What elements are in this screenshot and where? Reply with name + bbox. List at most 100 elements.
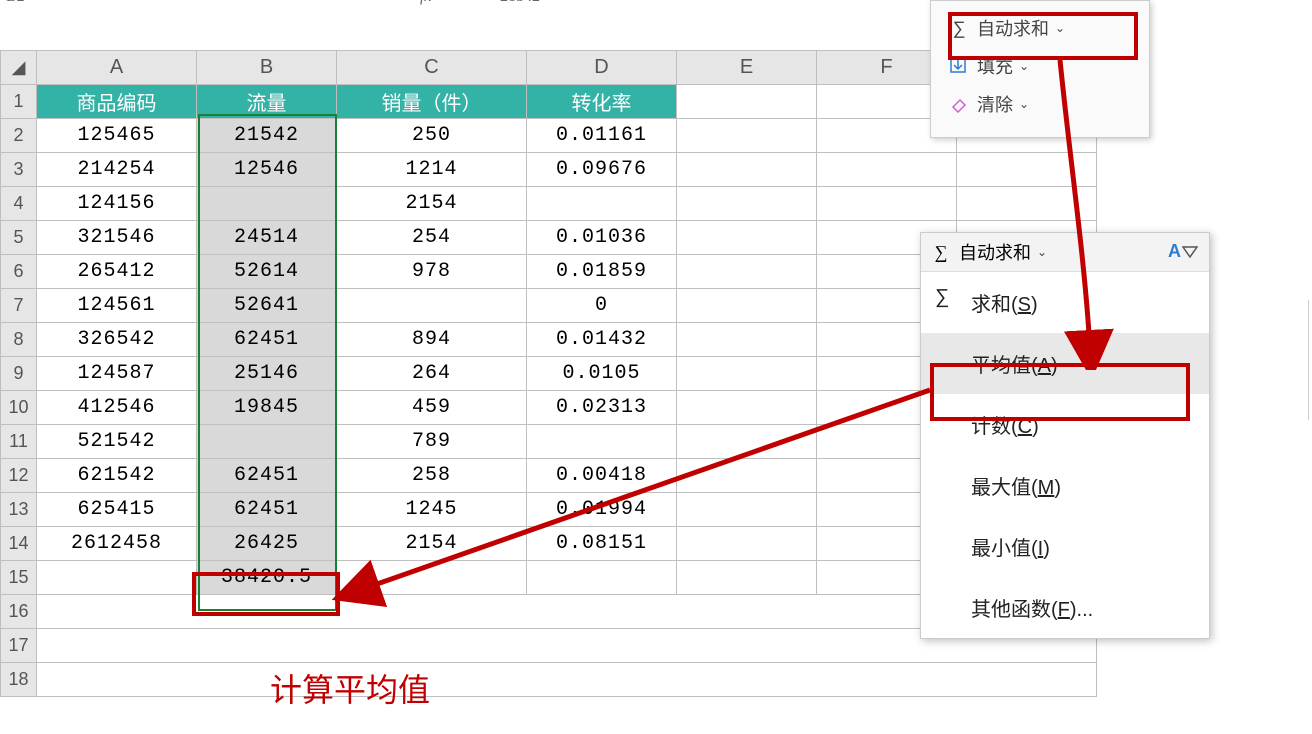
row-header[interactable]: 17 (1, 629, 37, 663)
cell[interactable]: 214254 (37, 153, 197, 187)
cell[interactable] (677, 493, 817, 527)
cell[interactable]: 124156 (37, 187, 197, 221)
row-header[interactable]: 9 (1, 357, 37, 391)
cell[interactable] (197, 187, 337, 221)
dropdown-item-最小值[interactable]: 最小值(I) (921, 516, 1209, 577)
fill-button[interactable]: 填充 ⌄ (937, 47, 1143, 85)
cell[interactable]: 52614 (197, 255, 337, 289)
cell[interactable]: 326542 (37, 323, 197, 357)
cell[interactable]: 894 (337, 323, 527, 357)
dropdown-item-最大值[interactable]: 最大值(M) (921, 455, 1209, 516)
row-header[interactable]: 5 (1, 221, 37, 255)
header-cell[interactable]: 转化率 (527, 85, 677, 119)
cell[interactable] (677, 289, 817, 323)
cell[interactable]: 1214 (337, 153, 527, 187)
cell[interactable]: 0.01994 (527, 493, 677, 527)
cell[interactable]: 1245 (337, 493, 527, 527)
cell[interactable] (677, 425, 817, 459)
formula-value[interactable]: 21542 (500, 0, 540, 6)
cell[interactable]: 2154 (337, 187, 527, 221)
cell[interactable] (957, 187, 1097, 221)
cell[interactable] (677, 561, 817, 595)
cell[interactable]: 2154 (337, 527, 527, 561)
cell[interactable] (527, 425, 677, 459)
cell[interactable]: 0.08151 (527, 527, 677, 561)
cell[interactable] (337, 561, 527, 595)
cell[interactable]: 412546 (37, 391, 197, 425)
row-header[interactable]: 8 (1, 323, 37, 357)
dropdown-item-平均值[interactable]: 平均值(A) (921, 333, 1209, 394)
cell[interactable]: 24514 (197, 221, 337, 255)
cell[interactable] (677, 119, 817, 153)
cell[interactable]: 621542 (37, 459, 197, 493)
cell[interactable]: 264 (337, 357, 527, 391)
header-cell[interactable]: 销量（件） (337, 85, 527, 119)
cell[interactable]: 0.01161 (527, 119, 677, 153)
cell[interactable]: 0 (527, 289, 677, 323)
cell[interactable]: 124587 (37, 357, 197, 391)
dropdown-item-求和[interactable]: ∑求和(S) (921, 272, 1209, 333)
cell[interactable]: 321546 (37, 221, 197, 255)
cell[interactable]: 0.00418 (527, 459, 677, 493)
cell[interactable] (677, 391, 817, 425)
cell[interactable] (957, 153, 1097, 187)
cell[interactable]: 26425 (197, 527, 337, 561)
cell[interactable]: 124561 (37, 289, 197, 323)
cell[interactable]: 0.09676 (527, 153, 677, 187)
row-header[interactable]: 11 (1, 425, 37, 459)
cell[interactable]: 521542 (37, 425, 197, 459)
dropdown-item-计数[interactable]: 计数(C) (921, 394, 1209, 455)
cell[interactable] (817, 187, 957, 221)
cell[interactable]: 12546 (197, 153, 337, 187)
cell[interactable]: 459 (337, 391, 527, 425)
row-header[interactable]: 14 (1, 527, 37, 561)
row-header[interactable]: 10 (1, 391, 37, 425)
select-all-corner[interactable]: ◢ (1, 51, 37, 85)
col-header-A[interactable]: A (37, 51, 197, 85)
cell[interactable]: 258 (337, 459, 527, 493)
row-header[interactable]: 6 (1, 255, 37, 289)
cell[interactable]: 0.01432 (527, 323, 677, 357)
cell[interactable]: 0.0105 (527, 357, 677, 391)
row-header[interactable]: 2 (1, 119, 37, 153)
cell[interactable] (197, 425, 337, 459)
header-cell[interactable]: 商品编码 (37, 85, 197, 119)
dropdown-item-其他函数[interactable]: 其他函数(F)... (921, 577, 1209, 638)
row-header[interactable]: 12 (1, 459, 37, 493)
cell[interactable]: 19845 (197, 391, 337, 425)
row-header[interactable]: 4 (1, 187, 37, 221)
cell[interactable]: 789 (337, 425, 527, 459)
cell[interactable] (677, 527, 817, 561)
cell[interactable] (817, 153, 957, 187)
cell[interactable] (677, 255, 817, 289)
cell[interactable] (677, 221, 817, 255)
cell[interactable] (677, 187, 817, 221)
sort-filter-icon[interactable]: A (1168, 241, 1199, 262)
header-cell[interactable]: 流量 (197, 85, 337, 119)
row-header[interactable]: 15 (1, 561, 37, 595)
autosum-dropdown-header[interactable]: ∑ 自动求和 ⌄ A (921, 233, 1209, 272)
col-header-B[interactable]: B (197, 51, 337, 85)
cell[interactable]: 2612458 (37, 527, 197, 561)
autosum-button[interactable]: ∑ 自动求和 ⌄ (937, 9, 1143, 47)
cell[interactable]: 0.02313 (527, 391, 677, 425)
row-header[interactable]: 13 (1, 493, 37, 527)
cell[interactable] (677, 153, 817, 187)
row-header[interactable]: 16 (1, 595, 37, 629)
row-header[interactable]: 1 (1, 85, 37, 119)
cell[interactable]: 62451 (197, 323, 337, 357)
cell[interactable]: 52641 (197, 289, 337, 323)
cell[interactable] (37, 663, 1097, 697)
cell[interactable]: 250 (337, 119, 527, 153)
cell[interactable]: 978 (337, 255, 527, 289)
row-header[interactable]: 7 (1, 289, 37, 323)
cell[interactable] (527, 187, 677, 221)
cell[interactable] (677, 357, 817, 391)
cell[interactable]: 0.01036 (527, 221, 677, 255)
cell[interactable] (677, 85, 817, 119)
cell[interactable]: 125465 (37, 119, 197, 153)
cell[interactable]: 625415 (37, 493, 197, 527)
row-header[interactable]: 18 (1, 663, 37, 697)
cell[interactable]: 0.01859 (527, 255, 677, 289)
cell[interactable]: 21542 (197, 119, 337, 153)
